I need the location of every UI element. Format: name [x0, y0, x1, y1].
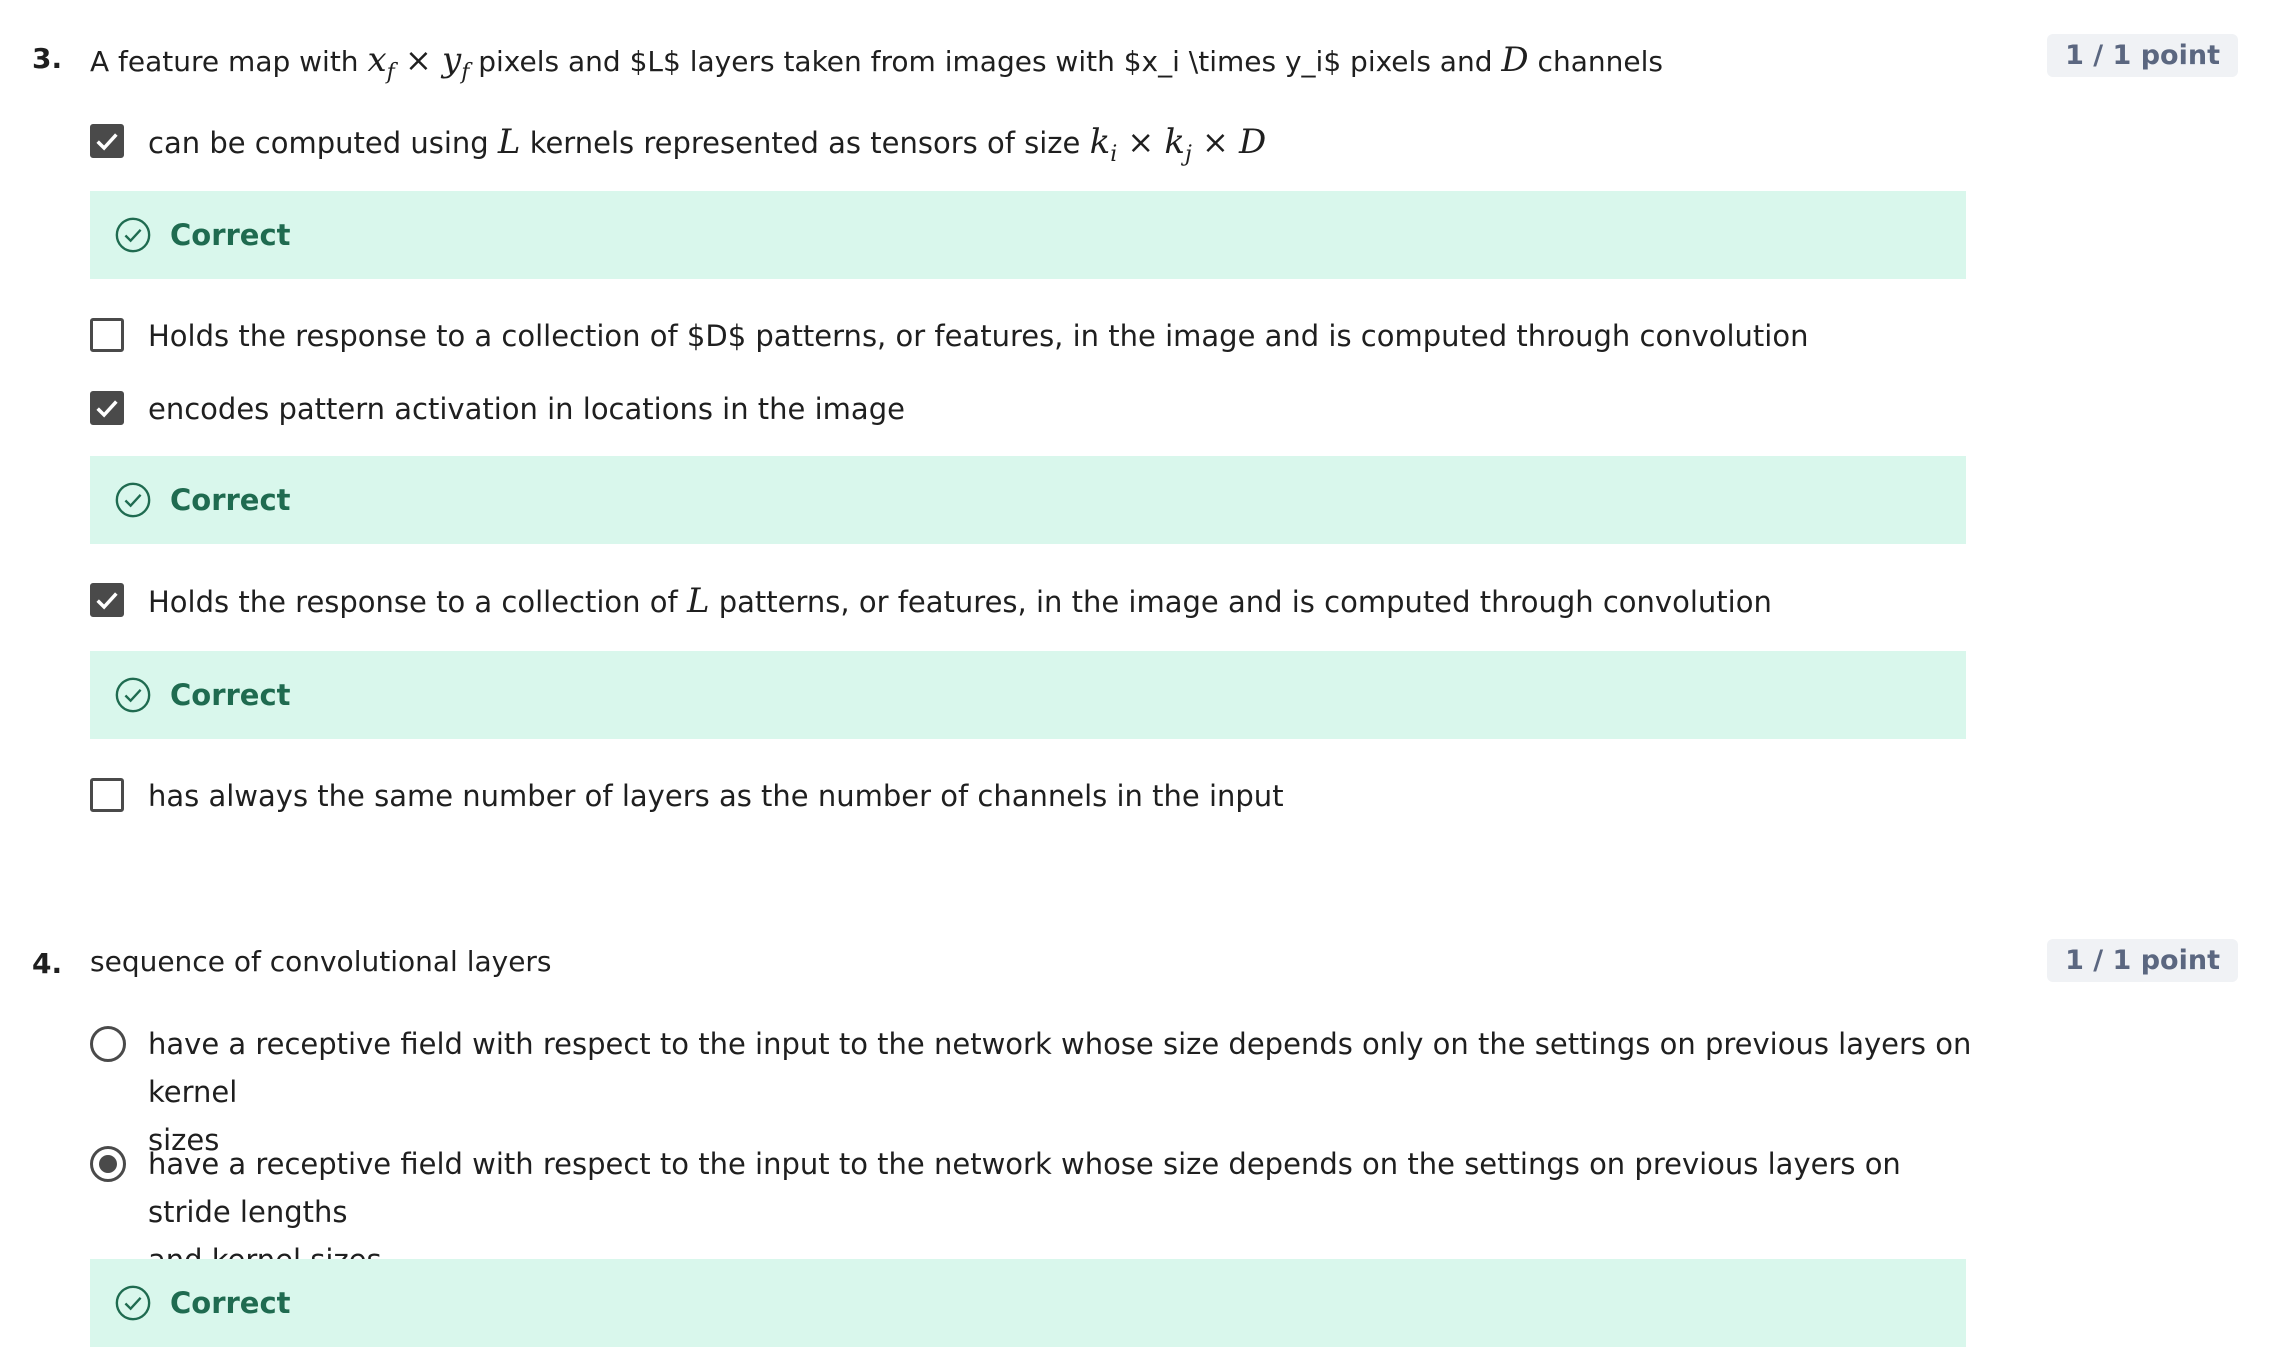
- check-circle-icon: [115, 1285, 151, 1321]
- correct-feedback: Correct: [90, 651, 1966, 739]
- checkbox[interactable]: [90, 124, 124, 158]
- option-label: can be computed using L kernels represen…: [148, 122, 1267, 167]
- answer-option[interactable]: have a receptive field with respect to t…: [90, 1020, 1990, 1157]
- check-circle-icon: [115, 482, 151, 518]
- radio-button[interactable]: [90, 1146, 126, 1182]
- option-label: has always the same number of layers as …: [148, 779, 1284, 813]
- check-circle-icon: [115, 217, 151, 253]
- option-label: Holds the response to a collection of L …: [148, 581, 1772, 621]
- radio-button[interactable]: [90, 1026, 126, 1062]
- checkbox[interactable]: [90, 318, 124, 352]
- answer-option[interactable]: have a receptive field with respect to t…: [90, 1140, 1990, 1277]
- correct-feedback: Correct: [90, 456, 1966, 544]
- option-label: Holds the response to a collection of $D…: [148, 319, 1809, 353]
- question-number: 4.: [32, 947, 63, 980]
- check-circle-icon: [115, 677, 151, 713]
- feedback-label: Correct: [170, 483, 291, 517]
- checkbox[interactable]: [90, 583, 124, 617]
- option-label: encodes pattern activation in locations …: [148, 392, 905, 426]
- correct-feedback: Correct: [90, 1259, 1966, 1347]
- question-text: A feature map with xf × yf pixels and $L…: [90, 40, 1663, 85]
- feedback-label: Correct: [170, 218, 291, 252]
- checkbox[interactable]: [90, 391, 124, 425]
- question-text: sequence of convolutional layers: [90, 945, 552, 978]
- points-badge: 1 / 1 point: [2047, 34, 2238, 77]
- check-mark-icon: [96, 592, 118, 610]
- question-number: 3.: [32, 42, 63, 75]
- correct-feedback: Correct: [90, 191, 1966, 279]
- check-mark-icon: [96, 133, 118, 151]
- check-mark-icon: [96, 400, 118, 418]
- checkbox[interactable]: [90, 778, 124, 812]
- feedback-label: Correct: [170, 1286, 291, 1320]
- feedback-label: Correct: [170, 678, 291, 712]
- points-badge: 1 / 1 point: [2047, 939, 2238, 982]
